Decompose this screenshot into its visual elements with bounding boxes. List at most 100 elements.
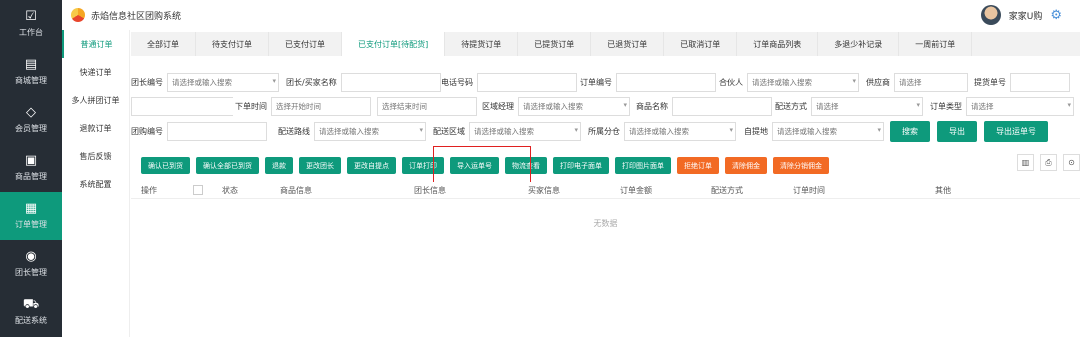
leader-name-input[interactable] [340, 73, 441, 92]
chevron-down-icon: ▾ [272, 77, 276, 85]
columns-icon[interactable]: ▥ [1017, 154, 1034, 171]
column-header: 操作 [141, 186, 157, 195]
filter-label: 订单类型 [930, 102, 962, 111]
filter-order-type: 订单类型 ▾ [930, 97, 1074, 116]
filter-pickup-point: 自提地 ▾ [744, 122, 884, 141]
tab-to-pickup[interactable]: 待提货订单 [445, 32, 519, 56]
filter-label: 自提地 [744, 127, 768, 136]
chevron-down-icon: ▾ [623, 101, 627, 109]
filter-label: 团长编号 [131, 78, 163, 87]
filter-panel: 团长编号 ▾ 团长/买家名称 电话号码 订单编号 合伙人 ▾ 供应商 提货单号 下单… [131, 70, 1080, 145]
delivery-method-select[interactable] [811, 97, 923, 116]
subnav-item-express-orders[interactable]: 快递订单 [62, 58, 129, 86]
phone-input[interactable] [477, 73, 577, 92]
export-button[interactable]: 导出 [937, 121, 977, 142]
change-pickup-button[interactable]: 更改自提点 [347, 157, 396, 174]
refund-button[interactable]: 退款 [265, 157, 293, 174]
end-time-input[interactable] [377, 97, 477, 116]
column-header: 商品信息 [280, 186, 312, 195]
search-button[interactable]: 搜索 [890, 121, 930, 142]
export-waybill-button[interactable]: 导出运单号 [984, 121, 1048, 142]
filter-leader-no: 团长编号 ▾ [131, 73, 279, 92]
filter-order-no: 订单编号 [580, 73, 716, 92]
change-leader-button[interactable]: 更改团长 [299, 157, 341, 174]
leader-icon: ◉ [25, 249, 37, 264]
print-icon[interactable]: ⎙ [1040, 154, 1057, 171]
user-menu[interactable]: 家家U购 ⚙ [980, 5, 1062, 25]
pickup-no-input[interactable] [1010, 73, 1070, 92]
order-tabs: 全部订单 待支付订单 已支付订单 已支付订单[待配货] 待提货订单 已提货订单 … [131, 32, 1080, 56]
avatar[interactable] [980, 5, 1001, 25]
tab-paid-to-pick[interactable]: 已支付订单[待配货] [342, 32, 446, 56]
clear-commission-button[interactable]: 清除佣金 [725, 157, 767, 174]
cart-icon: ⛟ [22, 297, 40, 312]
subnav-item-group-orders[interactable]: 多人拼团订单 [62, 86, 129, 114]
confirm-arrived-button[interactable]: 确认已到货 [141, 157, 190, 174]
chevron-down-icon: ▾ [729, 126, 733, 134]
chevron-down-icon: ▾ [877, 126, 881, 134]
tab-week-ago[interactable]: 一周前订单 [899, 32, 973, 56]
subnav-item-settings[interactable]: 系统配置 [62, 170, 129, 198]
partner-select[interactable] [747, 73, 859, 92]
reject-order-button[interactable]: 拒绝订单 [677, 157, 719, 174]
start-time-input[interactable] [271, 97, 371, 116]
filter-branch: 所属分仓 ▾ [588, 122, 736, 141]
sidebar-item-store[interactable]: ▤ 商城管理 [0, 48, 62, 96]
column-header: 其他 [935, 186, 951, 195]
tab-cancelled[interactable]: 已取消订单 [664, 32, 738, 56]
subnav-item-refund-orders[interactable]: 退款订单 [62, 114, 129, 142]
sidebar-item-delivery[interactable]: ⛟ 配送系统 [0, 288, 62, 336]
select-all-checkbox[interactable] [193, 185, 203, 195]
column-header: 订单时间 [793, 186, 825, 195]
column-header: 状态 [222, 186, 238, 195]
sidebar-item-products[interactable]: ▣ 商品管理 [0, 144, 62, 192]
product-name-input[interactable] [672, 97, 772, 116]
delivery-area-select[interactable] [469, 122, 581, 141]
tab-picked-up[interactable]: 已提货订单 [518, 32, 592, 56]
sidebar-item-leaders[interactable]: ◉ 团长管理 [0, 240, 62, 288]
filter-partner: 合伙人 ▾ [719, 73, 859, 92]
confirm-all-arrived-button[interactable]: 确认全部已到货 [196, 157, 259, 174]
dashboard-icon: ☑ [25, 9, 37, 24]
app-title: 赤焰信息社区团购系统 [91, 11, 182, 22]
gear-icon[interactable]: ⚙ [1050, 8, 1062, 23]
filter-label: 供应商 [866, 78, 890, 87]
tab-returned[interactable]: 已退货订单 [591, 32, 665, 56]
clear-distribution-commission-button[interactable]: 清除分销佣金 [773, 157, 829, 174]
sidebar-item-label: 配送系统 [15, 316, 47, 325]
area-manager-select[interactable] [518, 97, 630, 116]
group-no-input[interactable] [167, 122, 267, 141]
delivery-route-select[interactable] [314, 122, 426, 141]
sidebar-item-label: 会员管理 [15, 124, 47, 133]
print-image-waybill-button[interactable]: 打印图片面单 [615, 157, 671, 174]
chevron-down-icon: ▾ [419, 126, 423, 134]
filter-label: 配送方式 [775, 102, 807, 111]
username[interactable]: 家家U购 [1009, 9, 1043, 22]
chevron-down-icon: ▾ [916, 101, 920, 109]
leader-no-select[interactable] [167, 73, 279, 92]
filter-product-name: 商品名称 [636, 97, 772, 116]
tab-pending-payment[interactable]: 待支付订单 [196, 32, 269, 56]
subnav-item-aftersale[interactable]: 售后反馈 [62, 142, 129, 170]
tab-all[interactable]: 全部订单 [131, 32, 196, 56]
tab-order-products[interactable]: 订单商品列表 [737, 32, 819, 56]
branch-select[interactable] [624, 122, 736, 141]
filter-label: 所属分仓 [588, 127, 620, 136]
export-icon[interactable]: ⊙ [1063, 154, 1080, 171]
sidebar-item-dashboard[interactable]: ☑ 工作台 [0, 0, 62, 48]
chevron-down-icon: ▾ [574, 126, 578, 134]
tab-paid[interactable]: 已支付订单 [269, 32, 342, 56]
table-tools: ▥ ⎙ ⊙ [1017, 154, 1080, 171]
supplier-select[interactable] [894, 73, 968, 92]
sidebar-item-orders[interactable]: ▦ 订单管理 [0, 192, 62, 240]
order-type-select[interactable] [966, 97, 1074, 116]
tab-refund-records[interactable]: 多退少补记录 [818, 32, 900, 56]
subnav-item-normal-orders[interactable]: 普通订单 [62, 30, 129, 58]
blank-input[interactable] [131, 97, 233, 116]
order-no-input[interactable] [616, 73, 716, 92]
filter-label: 团长/买家名称 [286, 78, 337, 87]
sidebar-item-members[interactable]: ◇ 会员管理 [0, 96, 62, 144]
pickup-point-select[interactable] [772, 122, 884, 141]
print-e-waybill-button[interactable]: 打印电子面单 [553, 157, 609, 174]
filter-group-no: 团购编号 [131, 122, 267, 141]
